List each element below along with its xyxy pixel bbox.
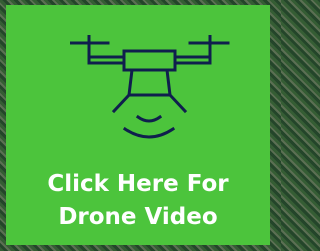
drone-video-link[interactable]: Click Here For Drone Video bbox=[6, 5, 270, 245]
link-text-line-1: Click Here For bbox=[47, 171, 229, 197]
drone-video-label: Click Here For Drone Video bbox=[6, 168, 270, 234]
link-text-line-2: Drone Video bbox=[58, 204, 218, 230]
drone-icon bbox=[70, 35, 230, 139]
